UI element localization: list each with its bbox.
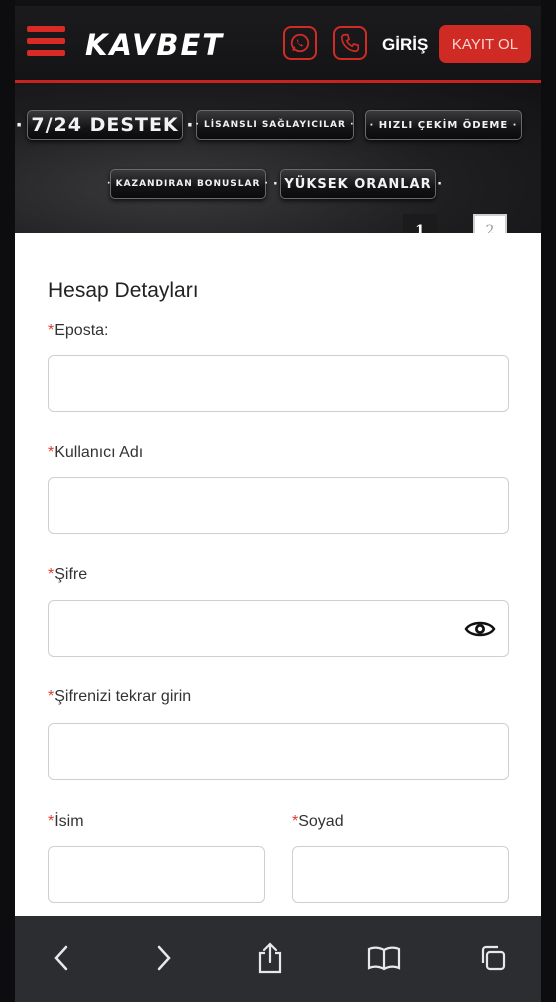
last-name-label: *Soyad: [292, 813, 344, 831]
banner-page-2[interactable]: 2: [473, 214, 507, 233]
first-name-field[interactable]: [48, 846, 265, 903]
register-button[interactable]: KAYIT OL: [439, 25, 531, 63]
banner-page-1[interactable]: 1: [403, 214, 437, 233]
email-label: *Eposta:: [48, 322, 109, 340]
badge-bonuses: · KAZANDIRAN BONUSLAR ·: [107, 169, 268, 199]
badge-high-odds: · YÜKSEK ORANLAR ·: [273, 169, 442, 199]
last-name-label-text: Soyad: [298, 813, 344, 830]
badge-support: · 7/24 DESTEK ·: [16, 110, 194, 140]
site-logo[interactable]: KAVBET: [85, 28, 224, 62]
password-confirm-field[interactable]: [48, 723, 509, 780]
username-field[interactable]: [48, 477, 509, 534]
menu-icon[interactable]: [27, 26, 65, 56]
email-field[interactable]: [48, 355, 509, 412]
password-confirm-label: *Şifrenizi tekrar girin: [48, 688, 191, 706]
share-icon[interactable]: [250, 938, 290, 978]
phone-screen: KAVBET GİRİŞ KAYIT OL · 7/24 DESTEK · · …: [15, 0, 541, 1002]
badge-fast-withdrawal: · HIZLI ÇEKİM ÖDEME ·: [365, 110, 522, 140]
site-header: KAVBET GİRİŞ KAYIT OL: [15, 6, 541, 83]
first-name-label: *İsim: [48, 813, 84, 831]
badge-licensed-providers: · LİSANSLI SAĞLAYICILAR ·: [196, 110, 354, 140]
browser-toolbar: [15, 916, 541, 1002]
email-label-text: Eposta:: [54, 322, 109, 339]
login-button[interactable]: GİRİŞ: [382, 35, 428, 55]
forward-icon[interactable]: [143, 938, 183, 978]
show-password-icon[interactable]: [464, 618, 496, 645]
back-icon[interactable]: [42, 938, 82, 978]
bookmarks-icon[interactable]: [364, 938, 404, 978]
phone-icon[interactable]: [333, 26, 367, 60]
password-field[interactable]: [48, 600, 509, 657]
first-name-label-text: İsim: [54, 813, 84, 830]
password-label-text: Şifre: [54, 566, 88, 583]
registration-form: Hesap Detayları *Eposta: *Kullanıcı Adı …: [15, 233, 541, 916]
username-label: *Kullanıcı Adı: [48, 444, 143, 462]
promo-banner: · 7/24 DESTEK · · LİSANSLI SAĞLAYICILAR …: [15, 83, 541, 233]
username-label-text: Kullanıcı Adı: [54, 444, 144, 461]
password-confirm-label-text: Şifrenizi tekrar girin: [54, 688, 192, 705]
whatsapp-icon[interactable]: [283, 26, 317, 60]
tabs-icon[interactable]: [473, 938, 513, 978]
password-label: *Şifre: [48, 566, 87, 584]
form-title: Hesap Detayları: [48, 279, 199, 302]
last-name-field[interactable]: [292, 846, 509, 903]
